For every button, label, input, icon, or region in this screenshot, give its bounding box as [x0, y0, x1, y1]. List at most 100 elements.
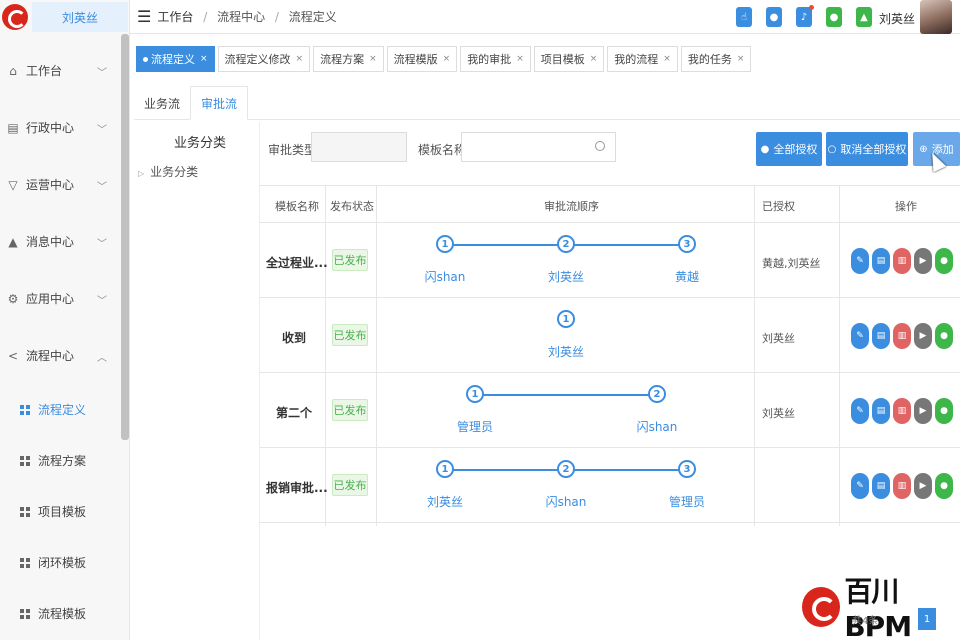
row-actions: ✎ ▤ ▥ ▶ ● — [851, 473, 956, 499]
close-icon[interactable]: × — [369, 54, 377, 64]
template-name-cell: 报销审批... — [266, 481, 328, 495]
document-icon[interactable]: ▤ — [872, 473, 890, 499]
share-icon: < — [7, 348, 19, 363]
trash-icon[interactable]: ▥ — [893, 473, 911, 499]
caret-right-icon[interactable]: ▷ — [138, 169, 144, 178]
close-icon[interactable]: × — [443, 54, 451, 64]
grid-icon — [20, 506, 30, 517]
play-icon[interactable]: ▶ — [914, 398, 932, 424]
close-icon[interactable]: × — [200, 54, 208, 64]
chat-icon[interactable]: ● — [826, 7, 842, 27]
page-tab-label: 我的流程 — [614, 53, 659, 66]
search-icon[interactable] — [595, 141, 605, 151]
sidebar-item-label: 应用中心 — [26, 292, 75, 306]
tab-business-flow[interactable]: 业务流 — [134, 86, 190, 120]
document-icon[interactable]: ▤ — [872, 248, 890, 274]
tab-approval-flow[interactable]: 审批流 — [190, 86, 249, 120]
page-tab[interactable]: 流程模版 × — [386, 46, 458, 72]
document-icon[interactable]: ▤ — [872, 323, 890, 349]
column-header: 发布状态 — [330, 200, 374, 213]
sidebar-subitem-process-plan[interactable]: 流程方案 — [0, 435, 129, 486]
document-icon[interactable]: ▤ — [872, 398, 890, 424]
sidebar-subitem-label: 项目模板 — [38, 505, 87, 519]
column-divider — [376, 186, 377, 526]
page-tab[interactable]: 我的流程 × — [607, 46, 678, 72]
sidebar-scrollbar[interactable] — [121, 34, 129, 440]
flow-step-label: 闪shan — [636, 420, 678, 434]
button-label: 取消全部授权 — [840, 143, 907, 156]
page-tab-label: 流程模版 — [393, 53, 438, 66]
sidebar-item-process[interactable]: < 流程中心 ︿ — [0, 327, 129, 384]
flow-step-label: 黄越 — [674, 270, 699, 284]
close-icon[interactable]: × — [296, 54, 304, 64]
sidebar-item-admin[interactable]: ▤ 行政中心 ﹀ — [0, 99, 129, 156]
sidebar-subitem-project-template[interactable]: 项目模板 — [0, 486, 129, 537]
brand-watermark: 百川BPM — [802, 570, 960, 643]
tree-node[interactable]: ▷ 业务分类 — [138, 163, 259, 180]
user-icon[interactable]: ● — [935, 323, 953, 349]
alert-icon[interactable]: ▲ — [856, 7, 872, 27]
avatar[interactable] — [920, 0, 952, 34]
close-icon[interactable]: × — [737, 54, 745, 64]
play-icon[interactable]: ▶ — [914, 473, 932, 499]
user-icon[interactable]: ● — [935, 398, 953, 424]
status-badge: 已发布 — [332, 399, 368, 421]
sidebar-subitem-label: 流程定义 — [38, 403, 87, 417]
page-tab[interactable]: 流程方案 × — [313, 46, 384, 72]
hand-icon[interactable]: ☝ — [736, 7, 752, 27]
sidebar-user-tab[interactable]: 刘英丝 — [32, 2, 128, 32]
row-actions: ✎ ▤ ▥ ▶ ● — [851, 398, 956, 424]
breadcrumb-item[interactable]: 流程中心 — [217, 10, 265, 24]
sidebar-item-apps[interactable]: ⚙ 应用中心 ﹀ — [0, 270, 129, 327]
template-name-input[interactable] — [461, 132, 616, 162]
edit-icon[interactable]: ✎ — [851, 323, 869, 349]
sidebar-item-label: 消息中心 — [26, 235, 75, 249]
grant-all-button[interactable]: ● 全部授权 — [756, 132, 822, 166]
page-tab[interactable]: 流程定义 × — [136, 46, 215, 72]
row-actions: ✎ ▤ ▥ ▶ ● — [851, 248, 956, 274]
edit-icon[interactable]: ✎ — [851, 473, 869, 499]
sidebar-item-label: 行政中心 — [26, 121, 75, 135]
approval-type-input[interactable] — [311, 132, 407, 162]
user-icon[interactable]: ● — [935, 248, 953, 274]
play-icon[interactable]: ▶ — [914, 248, 932, 274]
page-tab[interactable]: 我的任务 × — [680, 46, 752, 72]
trash-icon[interactable]: ▥ — [893, 323, 911, 349]
sidebar-item-label: 流程中心 — [26, 349, 75, 363]
edit-icon[interactable]: ✎ — [851, 248, 869, 274]
user-icon[interactable]: ● — [935, 473, 953, 499]
sidebar-item-operations[interactable]: ▽ 运营中心 ﹀ — [0, 156, 129, 213]
sidebar-subitem-process-template[interactable]: 流程模板 — [0, 588, 129, 639]
sidebar-subitem-loop-template[interactable]: 闭环模板 — [0, 537, 129, 588]
sidebar-item-label: 工作台 — [26, 64, 63, 78]
chevron-down-icon: ﹀ — [97, 239, 107, 250]
cancel-all-grant-button[interactable]: ○ 取消全部授权 — [826, 132, 908, 166]
grid-icon — [20, 455, 30, 466]
row-divider — [260, 447, 960, 448]
logo-icon — [2, 4, 28, 30]
breadcrumb-item[interactable]: 工作台 — [157, 10, 193, 24]
play-icon[interactable]: ▶ — [914, 323, 932, 349]
flow-step-node: 1 — [436, 460, 454, 478]
close-icon[interactable]: × — [663, 54, 671, 64]
page-tab[interactable]: 项目模板 × — [533, 46, 605, 72]
brand-text: 百川BPM — [844, 575, 912, 643]
trash-icon[interactable]: ▥ — [893, 398, 911, 424]
breadcrumb-item: 流程定义 — [288, 10, 337, 24]
bell-icon[interactable]: ♪ — [796, 5, 814, 27]
close-icon[interactable]: × — [516, 54, 524, 64]
hamburger-icon[interactable]: ☰ — [137, 7, 151, 26]
close-icon[interactable]: × — [590, 54, 598, 64]
circle-icon[interactable]: ● — [766, 7, 782, 27]
trash-icon[interactable]: ▥ — [893, 248, 911, 274]
plus-circle-icon: ⊕ — [919, 143, 928, 155]
sidebar-item-messages[interactable]: ▲ 消息中心 ﹀ — [0, 213, 129, 270]
pager-page-button[interactable]: 1 — [918, 608, 936, 630]
status-badge: 已发布 — [332, 474, 368, 496]
page-tab[interactable]: 我的审批 × — [460, 46, 531, 72]
edit-icon[interactable]: ✎ — [851, 398, 869, 424]
sidebar-item-workbench[interactable]: ⌂ 工作台 ﹀ — [0, 42, 129, 99]
header-username[interactable]: 刘英丝 — [879, 10, 915, 27]
sidebar-subitem-process-def[interactable]: 流程定义 — [0, 384, 129, 435]
page-tab[interactable]: 流程定义修改 × — [217, 46, 311, 72]
